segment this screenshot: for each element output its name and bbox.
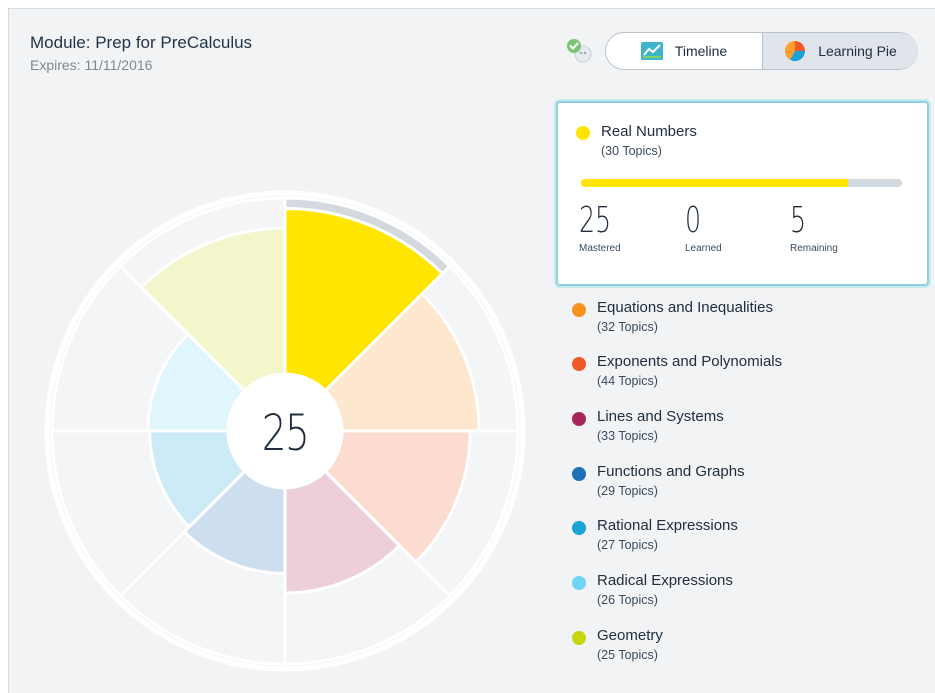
selected-topic-card[interactable]: Real Numbers (30 Topics) 25 Mastered 0 L…	[556, 101, 929, 286]
remaining-value: 5	[790, 200, 807, 241]
mastered-stat: 25 Mastered	[579, 200, 625, 255]
legend-item-topics: (29 Topics)	[597, 484, 658, 498]
mastered-label: Mastered	[579, 243, 621, 254]
legend-item-topics: (33 Topics)	[597, 429, 658, 443]
learned-value: 0	[685, 200, 702, 241]
legend-item-topics: (25 Topics)	[597, 648, 658, 662]
topic-color-dot	[572, 467, 586, 481]
remaining-stat: 5 Remaining	[790, 200, 838, 255]
legend-item-name: Lines and Systems	[597, 408, 724, 425]
topic-color-dot	[572, 631, 586, 645]
remaining-label: Remaining	[790, 243, 838, 254]
timeline-chart-icon	[640, 42, 663, 60]
topic-color-dot	[572, 412, 586, 426]
topic-color-dot	[576, 126, 590, 140]
legend-item[interactable]: Functions and Graphs (29 Topics)	[570, 461, 910, 501]
legend-item[interactable]: Geometry (25 Topics)	[570, 625, 910, 665]
legend-item-name: Radical Expressions	[597, 572, 733, 589]
legend-item-topics: (26 Topics)	[597, 593, 658, 607]
topic-color-dot	[572, 576, 586, 590]
view-toggle: Timeline Learning Pie	[605, 32, 918, 70]
learning-pie-label: Learning Pie	[818, 43, 897, 59]
topic-color-dot	[572, 303, 586, 317]
pie-center-value: 25	[261, 404, 310, 462]
legend-item[interactable]: Lines and Systems (33 Topics)	[570, 406, 910, 446]
learned-label: Learned	[685, 243, 722, 254]
topic-color-dot	[572, 357, 586, 371]
selected-topic-count: (30 Topics)	[601, 144, 662, 158]
legend-item-topics: (27 Topics)	[597, 538, 658, 552]
expiry-date: Expires: 11/11/2016	[30, 57, 153, 73]
legend-item-name: Equations and Inequalities	[597, 299, 773, 316]
selected-topic-name: Real Numbers	[601, 123, 697, 140]
timeline-tab[interactable]: Timeline	[606, 33, 762, 69]
module-title: Module: Prep for PreCalculus	[30, 33, 253, 52]
pie-chart-icon	[784, 40, 806, 62]
legend-item[interactable]: Equations and Inequalities (32 Topics)	[570, 297, 910, 337]
legend-item-name: Functions and Graphs	[597, 463, 745, 480]
learning-pie-tab[interactable]: Learning Pie	[762, 33, 918, 69]
legend-item-topics: (32 Topics)	[597, 320, 658, 334]
learned-stat: 0 Learned	[685, 200, 722, 255]
legend-item-topics: (44 Topics)	[597, 374, 658, 388]
legend-item[interactable]: Rational Expressions (27 Topics)	[570, 515, 910, 555]
progress-status-icon	[567, 39, 592, 63]
topic-color-dot	[572, 521, 586, 535]
legend-item-name: Exponents and Polynomials	[597, 353, 783, 370]
legend-item-name: Geometry	[597, 627, 663, 644]
mastered-value: 25	[579, 200, 612, 241]
legend-item[interactable]: Radical Expressions (26 Topics)	[570, 570, 910, 610]
progress-bar	[581, 179, 902, 187]
progress-bar-fill	[581, 179, 849, 187]
legend-item[interactable]: Exponents and Polynomials (44 Topics)	[570, 351, 910, 391]
timeline-label: Timeline	[674, 43, 728, 59]
legend-item-name: Rational Expressions	[597, 517, 738, 534]
